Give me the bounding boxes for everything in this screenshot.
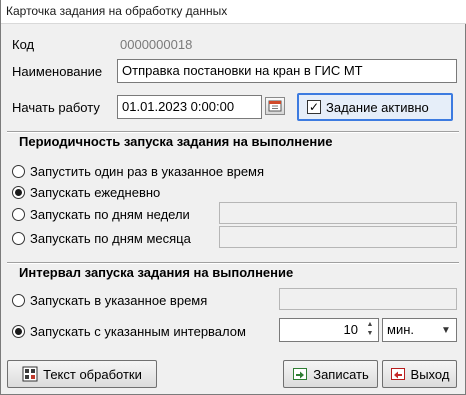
radio-monthdays[interactable]: Запускать по дням месяца [12, 231, 191, 246]
task-card-window: Карточка задания на обработку данных Код… [0, 0, 466, 395]
spin-up-icon[interactable]: ▲ [363, 320, 377, 329]
radio-monthdays-indicator[interactable] [12, 232, 25, 245]
exit-button[interactable]: Выход [382, 360, 457, 388]
weekdays-field[interactable] [219, 202, 457, 224]
script-text-button[interactable]: Текст обработки [7, 360, 157, 388]
name-field[interactable]: Отправка постановки на кран в ГИС МТ [117, 59, 457, 83]
separator [7, 262, 459, 264]
radio-weekdays-label: Запускать по дням недели [30, 207, 190, 222]
radio-at-time-indicator[interactable] [12, 294, 25, 307]
interval-unit-value: мин. [387, 322, 414, 337]
interval-spinner[interactable]: ▲ ▼ [363, 320, 377, 340]
window-title: Карточка задания на обработку данных [6, 4, 228, 18]
radio-at-time-label: Запускать в указанное время [30, 293, 208, 308]
periodicity-title: Периодичность запуска задания на выполне… [19, 134, 333, 149]
start-datetime-field[interactable]: 01.01.2023 0:00:00 [117, 95, 262, 119]
radio-weekdays[interactable]: Запускать по дням недели [12, 207, 190, 222]
radio-monthdays-label: Запускать по дням месяца [30, 231, 191, 246]
radio-daily-label: Запускать ежедневно [30, 185, 161, 200]
radio-weekdays-indicator[interactable] [12, 208, 25, 221]
radio-with-interval-indicator[interactable] [12, 325, 25, 338]
name-label: Наименование [12, 64, 103, 79]
script-grid-icon [22, 366, 38, 382]
at-time-field[interactable] [279, 288, 457, 310]
interval-unit-select[interactable]: мин. ▼ [382, 318, 457, 342]
radio-with-interval-label: Запускать с указанным интервалом [30, 324, 246, 339]
code-label: Код [12, 37, 35, 52]
monthdays-field[interactable] [219, 226, 457, 248]
radio-at-time[interactable]: Запускать в указанное время [12, 293, 207, 308]
code-value: 0000000018 [120, 37, 193, 52]
radio-run-once[interactable]: Запустить один раз в указанное время [12, 164, 264, 179]
radio-with-interval[interactable]: Запускать с указанным интервалом [12, 324, 246, 339]
spin-down-icon[interactable]: ▼ [363, 329, 377, 338]
separator [7, 131, 459, 133]
calendar-button[interactable] [265, 97, 285, 115]
script-text-label: Текст обработки [43, 366, 142, 382]
task-active-label: Задание активно [326, 99, 429, 115]
save-label: Записать [313, 366, 369, 382]
save-button[interactable]: Записать [283, 360, 378, 388]
radio-run-once-label: Запустить один раз в указанное время [30, 164, 265, 179]
exit-label: Выход [410, 366, 450, 382]
radio-run-once-indicator[interactable] [12, 165, 25, 178]
radio-daily[interactable]: Запускать ежедневно [12, 185, 160, 200]
task-active-checkbox[interactable]: ✓ [307, 100, 321, 114]
interval-title: Интервал запуска задания на выполнение [19, 265, 294, 280]
chevron-down-icon[interactable]: ▼ [436, 319, 456, 341]
exit-icon [390, 368, 405, 380]
radio-daily-indicator[interactable] [12, 186, 25, 199]
task-active-toggle[interactable]: ✓ Задание активно [297, 93, 453, 121]
start-label: Начать работу [12, 100, 100, 115]
save-icon [293, 368, 308, 380]
calendar-icon [268, 100, 282, 112]
title-bar: Карточка задания на обработку данных [1, 0, 466, 24]
